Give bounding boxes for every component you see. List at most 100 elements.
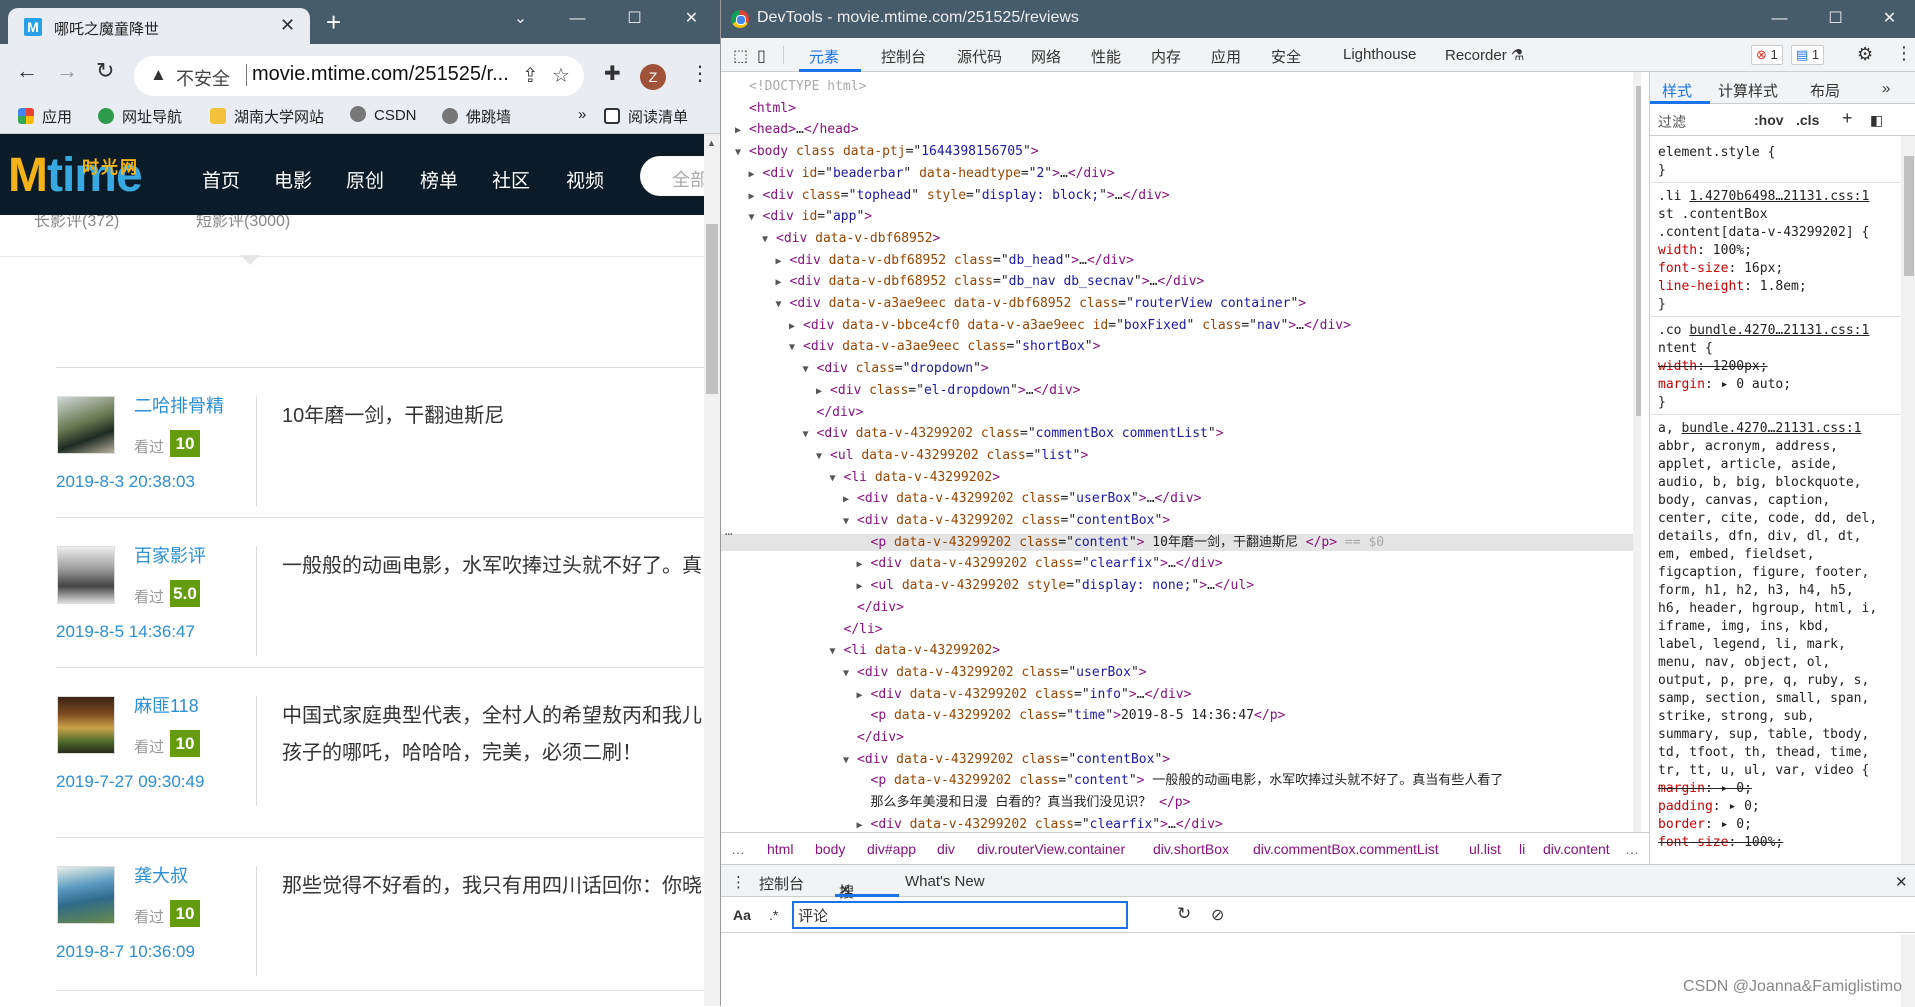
dom-node[interactable]: ▼ <div data-v-a3ae9eec class="shortBox"> (789, 338, 1100, 356)
dom-node[interactable]: </div> (843, 729, 904, 746)
user-avatar[interactable] (57, 696, 115, 754)
extensions-icon[interactable]: ✚ (604, 61, 621, 86)
hover-state-toggle[interactable]: :hov (1754, 112, 1784, 128)
dom-node[interactable]: ▼ <div id="app"> (749, 208, 873, 226)
tab-search-icon[interactable]: ⌄ (492, 0, 549, 38)
nav-original[interactable]: 原创 (346, 166, 384, 193)
scroll-up-icon[interactable]: ▲ (707, 138, 716, 148)
review-content[interactable]: 那些觉得不好看的，我只有用四川话回你：你晓 (282, 868, 704, 905)
close-drawer-icon[interactable]: ✕ (1895, 873, 1908, 891)
style-rule-line[interactable]: center, cite, code, dd, del, (1658, 510, 1877, 528)
dom-node[interactable]: ▼ <li data-v-43299202> (830, 469, 1001, 487)
tab-console[interactable]: 控制台 (881, 46, 926, 67)
style-rule-line[interactable]: .li 1.4270b6498…21131.css:1 (1658, 188, 1869, 206)
nav-home[interactable]: 首页 (202, 166, 240, 193)
breadcrumb-item[interactable]: ul.list (1469, 841, 1501, 857)
collapsed-triangle-icon[interactable]: ▶ (857, 817, 871, 832)
tab-lighthouse[interactable]: Lighthouse (1343, 46, 1416, 63)
breadcrumb-item[interactable]: div.commentBox.commentList (1253, 841, 1439, 857)
forward-icon[interactable]: → (56, 58, 78, 84)
breadcrumb-item[interactable]: div (937, 841, 955, 857)
warning-icon[interactable]: ▲ (150, 65, 167, 85)
more-bookmarks-icon[interactable]: » (578, 106, 586, 123)
dom-node[interactable]: ▶ <div data-v-dbf68952 class="db_nav db_s… (776, 273, 1205, 291)
collapsed-triangle-icon[interactable]: ▶ (735, 122, 749, 139)
dom-node[interactable]: ▶ <ul data-v-43299202 style="display: non… (857, 577, 1255, 595)
breadcrumb-item[interactable]: div.content (1543, 841, 1610, 857)
style-rule-line[interactable]: h6, header, hgroup, html, i, (1658, 600, 1877, 618)
expanded-triangle-icon[interactable]: ▼ (762, 231, 776, 248)
match-case-toggle[interactable]: Aa (733, 907, 751, 923)
style-rule-line[interactable]: figcaption, figure, footer, (1658, 564, 1869, 582)
back-icon[interactable]: ← (16, 58, 38, 84)
more-tabs-icon[interactable]: » (1882, 80, 1890, 97)
style-rule-line[interactable]: padding: ▸ 0; (1658, 798, 1760, 816)
style-rule-line[interactable]: .co bundle.4270…21131.css:1 (1658, 322, 1869, 340)
dom-node[interactable]: ▼ <div data-v-43299202 class="commentBox … (803, 425, 1224, 443)
tab-sources[interactable]: 源代码 (957, 46, 1002, 67)
dom-node[interactable]: ▼ <div data-v-a3ae9eec data-v-dbf68952 cl… (776, 295, 1307, 313)
page-scrollbar[interactable]: ▲ (704, 134, 720, 1006)
more-options-icon[interactable]: ⋮ (1895, 43, 1913, 64)
url-text[interactable]: movie.mtime.com/251525/r... (252, 63, 514, 86)
review-username[interactable]: 麻匪118 (134, 692, 199, 718)
expanded-triangle-icon[interactable]: ▼ (843, 752, 857, 769)
nav-movies[interactable]: 电影 (274, 166, 312, 193)
toggle-sidebar-icon[interactable]: ◧ (1870, 112, 1883, 129)
style-rule-line[interactable]: } (1658, 162, 1666, 180)
style-rule-line[interactable]: border: ▸ 0; (1658, 816, 1752, 834)
collapsed-triangle-icon[interactable]: ▶ (857, 556, 871, 573)
collapsed-triangle-icon[interactable]: ▶ (816, 383, 830, 400)
review-content[interactable]: 一般般的动画电影，水军吹捧过头就不好了。真 (282, 548, 704, 585)
expanded-triangle-icon[interactable]: ▼ (735, 144, 749, 161)
style-rule-line[interactable]: samp, section, small, span, (1658, 690, 1869, 708)
scrollbar-thumb[interactable] (1904, 156, 1914, 276)
maximize-icon[interactable]: ☐ (606, 0, 663, 38)
dom-node[interactable]: ▶ <div data-v-43299202 class="userBox">…<… (843, 490, 1201, 508)
style-rule-line[interactable]: element.style { (1658, 144, 1775, 162)
style-rule-line[interactable]: output, p, pre, q, ruby, s, (1658, 672, 1869, 690)
bookmark-nav[interactable]: 网址导航 (98, 106, 182, 127)
style-rule-line[interactable]: form, h1, h2, h3, h4, h5, (1658, 582, 1854, 600)
new-tab-icon[interactable]: + (326, 9, 341, 35)
collapsed-triangle-icon[interactable]: ▶ (749, 188, 763, 205)
review-username[interactable]: 龚大叔 (134, 862, 188, 888)
dom-node[interactable]: 那么多年美漫和日漫 白看的？真当我们没见识？ </p> (857, 794, 1191, 811)
dom-node[interactable]: </div> (843, 599, 904, 616)
clear-icon[interactable]: ⊘ (1211, 905, 1224, 925)
review-content[interactable]: 中国式家庭典型代表，全村人的希望敖丙和我儿 孩子的哪吒，哈哈哈，完美，必须二刷！ (282, 698, 704, 772)
bookmark-csdn[interactable]: CSDN (350, 106, 417, 124)
dom-node[interactable]: ▶ <div data-v-43299202 class="clearfix">…… (857, 555, 1223, 573)
drawer-scrollbar[interactable] (1901, 935, 1915, 1007)
tab-elements[interactable]: 元素 (809, 46, 839, 67)
style-rule-line[interactable]: td, tfoot, th, thead, time, (1658, 744, 1869, 762)
expanded-triangle-icon[interactable]: ▼ (816, 448, 830, 465)
dom-node-selected[interactable]: <p data-v-43299202 class="content"> 10年磨… (721, 533, 1633, 551)
scrollbar-thumb[interactable] (1636, 86, 1641, 416)
style-rule-line[interactable]: summary, sup, table, tbody, (1658, 726, 1869, 744)
style-rule-line[interactable]: details, dfn, div, dl, dt, (1658, 528, 1862, 546)
breadcrumb-item[interactable]: body (815, 841, 845, 857)
bookmark-apps[interactable]: 应用 (18, 106, 72, 127)
collapsed-triangle-icon[interactable]: ▶ (857, 578, 871, 595)
tab-performance[interactable]: 性能 (1091, 46, 1121, 67)
reading-list[interactable]: 阅读清单 (604, 106, 688, 127)
profile-avatar[interactable]: Z (640, 64, 666, 90)
expanded-triangle-icon[interactable]: ▼ (843, 513, 857, 530)
drawer-menu-icon[interactable]: ⋮ (731, 873, 746, 891)
style-rule-line[interactable]: } (1658, 296, 1666, 314)
maximize-icon[interactable]: ☐ (1807, 0, 1864, 38)
tab-short-reviews[interactable]: 短影评(3000) (196, 215, 290, 231)
tab-recorder[interactable]: Recorder ⚗ (1445, 46, 1524, 64)
breadcrumb-more[interactable]: … (731, 841, 745, 857)
insecure-label[interactable]: 不安全 (176, 65, 230, 91)
style-rule-line[interactable]: st .contentBox (1658, 206, 1768, 224)
tab-layout[interactable]: 布局 (1810, 80, 1840, 101)
expanded-triangle-icon[interactable]: ▼ (749, 209, 763, 226)
review-username[interactable]: 百家影评 (134, 542, 206, 568)
search-field[interactable] (798, 905, 1118, 925)
breadcrumb-item[interactable]: div#app (867, 841, 916, 857)
dom-node[interactable]: ▶ <div data-v-bbce4cf0 data-v-a3ae9eec id… (789, 317, 1351, 335)
close-window-icon[interactable]: ✕ (663, 0, 720, 38)
tab-computed[interactable]: 计算样式 (1718, 80, 1778, 101)
